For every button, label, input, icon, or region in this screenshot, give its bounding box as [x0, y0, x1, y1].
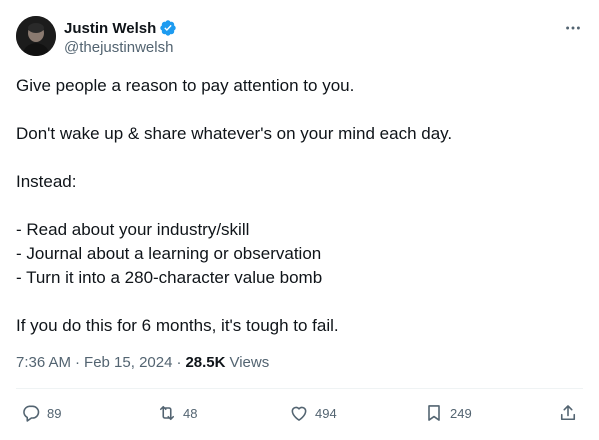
- like-button[interactable]: 494: [289, 400, 337, 426]
- retweet-icon: [159, 405, 175, 421]
- like-count: 494: [315, 405, 337, 421]
- reply-button[interactable]: 89: [21, 400, 61, 426]
- bookmark-button[interactable]: 249: [424, 400, 472, 426]
- tweet-header: Justin Welsh @thejustinwelsh: [16, 16, 583, 60]
- bookmark-count: 249: [450, 405, 472, 421]
- display-name-row: Justin Welsh: [64, 18, 177, 38]
- tweet-line: Give people a reason to pay attention to…: [16, 76, 355, 95]
- tweet-line: Instead:: [16, 172, 77, 191]
- share-button[interactable]: [558, 400, 578, 426]
- share-icon: [560, 405, 576, 421]
- retweet-button[interactable]: 48: [157, 400, 197, 426]
- display-name[interactable]: Justin Welsh: [64, 20, 156, 37]
- tweet-line: - Journal about a learning or observatio…: [16, 244, 322, 263]
- tweet-line: Don't wake up & share whatever's on your…: [16, 124, 453, 143]
- tweet-line: - Read about your industry/skill: [16, 220, 250, 239]
- avatar[interactable]: [16, 16, 56, 56]
- tweet-time[interactable]: 7:36 AM: [16, 354, 71, 371]
- tweet-line: If you do this for 6 months, it's tough …: [16, 316, 339, 335]
- action-bar: 89 48 494 249: [16, 400, 583, 426]
- meta-separator: ·: [176, 353, 182, 371]
- reply-icon: [23, 405, 40, 422]
- meta-separator: ·: [75, 353, 81, 371]
- tweet-line: - Turn it into a 280-character value bom…: [16, 268, 323, 287]
- bookmark-icon: [428, 405, 440, 421]
- tweet-date[interactable]: Feb 15, 2024: [84, 354, 172, 371]
- more-icon[interactable]: [563, 18, 583, 38]
- author-names: Justin Welsh @thejustinwelsh: [64, 18, 177, 56]
- tweet-meta: 7:36 AM · Feb 15, 2024 · 28.5K Views: [16, 352, 269, 372]
- author-handle[interactable]: @thejustinwelsh: [64, 39, 177, 56]
- tweet-text: Give people a reason to pay attention to…: [16, 74, 583, 338]
- reply-count: 89: [47, 405, 62, 421]
- heart-icon: [291, 406, 307, 421]
- views-label: Views: [229, 353, 270, 371]
- tweet-card: Justin Welsh @thejustinwelsh Give people…: [0, 0, 599, 440]
- views-count[interactable]: 28.5K: [185, 354, 225, 371]
- divider: [16, 388, 583, 389]
- retweet-count: 48: [183, 405, 198, 421]
- verified-badge-icon[interactable]: [159, 19, 177, 37]
